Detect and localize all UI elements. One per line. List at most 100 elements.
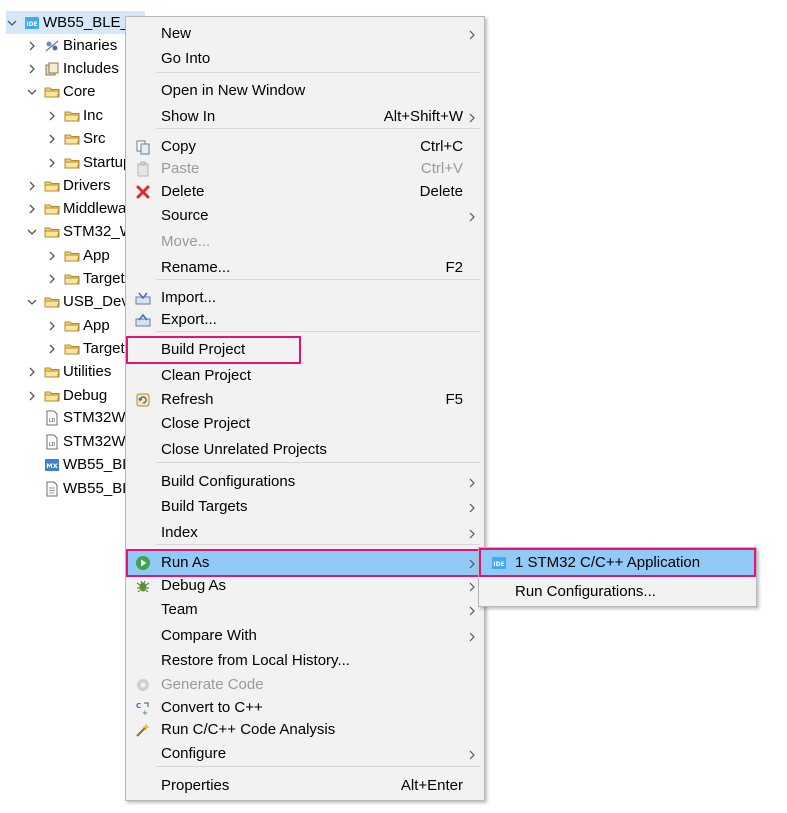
tree-item-app[interactable]: App	[46, 244, 110, 267]
run-icon	[135, 555, 151, 571]
chevron-down-icon[interactable]	[26, 296, 38, 308]
menu-item-configure[interactable]: Configure	[126, 742, 484, 766]
submenu-item-1-stm32-c-c-application[interactable]: IDE 1 STM32 C/C++ Application	[479, 550, 756, 576]
folder-icon	[44, 388, 60, 404]
menu-item-source[interactable]: Source	[126, 204, 484, 228]
tree-item-stm32-w[interactable]: STM32_W	[26, 220, 134, 243]
menu-item-paste: Paste Ctrl+V	[126, 157, 484, 181]
chevron-right-icon[interactable]	[46, 343, 58, 355]
menu-item-properties[interactable]: Properties Alt+Enter	[126, 774, 484, 798]
menu-item-label: Refresh	[161, 391, 214, 408]
chevron-down-icon[interactable]	[6, 17, 18, 29]
menu-item-build-targets[interactable]: Build Targets	[126, 495, 484, 519]
menu-item-copy[interactable]: Copy Ctrl+C	[126, 135, 484, 159]
delete-icon	[135, 184, 151, 200]
menu-item-label: Open in New Window	[161, 82, 306, 99]
menu-item-run-as[interactable]: Run As	[126, 551, 484, 575]
menu-item-build-project[interactable]: Build Project	[126, 338, 484, 362]
code-analysis-icon	[135, 722, 151, 738]
tree-item-usb-devi[interactable]: USB_Devi	[26, 290, 132, 313]
menu-item-rename[interactable]: Rename... F2	[126, 256, 484, 280]
menu-item-clean-project[interactable]: Clean Project	[126, 364, 484, 388]
chevron-right-icon[interactable]	[46, 320, 58, 332]
menu-separator	[156, 766, 480, 767]
menu-item-refresh[interactable]: Refresh F5	[126, 388, 484, 412]
menu-item-team[interactable]: Team	[126, 598, 484, 622]
tree-item-app[interactable]: App	[46, 314, 110, 337]
menu-item-compare-with[interactable]: Compare With	[126, 624, 484, 648]
tree-item-label: WB55_BL	[63, 480, 131, 497]
chevron-down-icon[interactable]	[26, 226, 38, 238]
tree-item-binaries[interactable]: Binaries	[26, 34, 117, 57]
menu-item-close-project[interactable]: Close Project	[126, 412, 484, 436]
menu-item-convert-to-c[interactable]: C + Convert to C++	[126, 696, 484, 720]
submenu-arrow-icon	[468, 557, 476, 569]
chevron-right-icon[interactable]	[26, 366, 38, 378]
menu-item-label: Go Into	[161, 50, 211, 67]
menu-item-new[interactable]: New	[126, 22, 484, 46]
menu-item-label: Restore from Local History...	[161, 652, 350, 669]
tree-item-label: Target	[83, 270, 125, 287]
chevron-right-icon[interactable]	[46, 110, 58, 122]
folder-icon	[64, 108, 80, 124]
tree-item-target[interactable]: Target	[46, 337, 125, 360]
menu-item-delete[interactable]: Delete Delete	[126, 180, 484, 204]
tree-item-label: Src	[83, 130, 106, 147]
chevron-right-icon[interactable]	[46, 273, 58, 285]
tree-item-wb55-bl[interactable]: MX WB55_BL	[26, 453, 131, 476]
tree-item-wb55-bl[interactable]: WB55_BL	[26, 477, 131, 500]
tree-item-core[interactable]: Core	[26, 80, 96, 103]
folder-icon	[64, 131, 80, 147]
tree-item-inc[interactable]: Inc	[46, 104, 103, 127]
tree-item-utilities[interactable]: Utilities	[26, 360, 111, 383]
chevron-right-icon[interactable]	[46, 250, 58, 262]
menu-item-go-into[interactable]: Go Into	[126, 47, 484, 71]
menu-item-show-in[interactable]: Show In Alt+Shift+W	[126, 105, 484, 129]
tree-item-includes[interactable]: Includes	[26, 57, 119, 80]
folder-icon	[44, 294, 60, 310]
submenu-item-run-configurations[interactable]: Run Configurations...	[479, 579, 756, 605]
chevron-right-icon[interactable]	[26, 63, 38, 75]
menu-item-export[interactable]: Export...	[126, 308, 484, 332]
ide-project-icon: IDE	[24, 15, 40, 31]
menu-item-debug-as[interactable]: Debug As	[126, 574, 484, 598]
menu-item-shortcut: Alt+Enter	[400, 777, 463, 794]
chevron-right-icon[interactable]	[26, 390, 38, 402]
menu-item-build-configurations[interactable]: Build Configurations	[126, 470, 484, 494]
includes-icon	[44, 61, 60, 77]
tree-item-label: STM32W	[63, 409, 126, 426]
chevron-right-icon[interactable]	[26, 203, 38, 215]
menu-item-generate-code: Generate Code	[126, 673, 484, 697]
menu-item-label: Team	[161, 601, 198, 618]
chevron-right-icon[interactable]	[46, 157, 58, 169]
tree-item-stm32w[interactable]: LD STM32W	[26, 430, 126, 453]
tree-item-target[interactable]: Target	[46, 267, 125, 290]
tree-item-label: Target	[83, 340, 125, 357]
menu-item-label: Source	[161, 207, 209, 224]
menu-item-restore-from-local-history[interactable]: Restore from Local History...	[126, 649, 484, 673]
menu-item-import[interactable]: Import...	[126, 286, 484, 310]
tree-item-startup[interactable]: Startup	[46, 151, 131, 174]
chevron-down-icon[interactable]	[26, 86, 38, 98]
menu-item-index[interactable]: Index	[126, 521, 484, 545]
chevron-right-icon[interactable]	[26, 40, 38, 52]
generate-code-icon	[135, 677, 151, 693]
menu-item-label: Paste	[161, 160, 200, 177]
svg-text:MX: MX	[46, 462, 57, 470]
tree-item-middleware[interactable]: Middleware	[26, 197, 140, 220]
refresh-icon	[135, 392, 151, 408]
chevron-right-icon[interactable]	[26, 180, 38, 192]
tree-item-src[interactable]: Src	[46, 127, 106, 150]
ioc-file-icon: MX	[44, 457, 60, 473]
chevron-right-icon[interactable]	[46, 133, 58, 145]
tree-item-stm32w[interactable]: LD STM32W	[26, 406, 126, 429]
tree-item-debug[interactable]: Debug	[26, 384, 107, 407]
menu-item-label: Build Project	[161, 341, 246, 358]
menu-item-label: Delete	[161, 183, 205, 200]
menu-item-open-in-new-window[interactable]: Open in New Window	[126, 79, 484, 103]
menu-item-close-unrelated-projects[interactable]: Close Unrelated Projects	[126, 438, 484, 462]
tree-item-drivers[interactable]: Drivers	[26, 174, 111, 197]
menu-item-run-c-c-code-analysis[interactable]: Run C/C++ Code Analysis	[126, 718, 484, 742]
menu-item-label: Run As	[161, 554, 210, 571]
